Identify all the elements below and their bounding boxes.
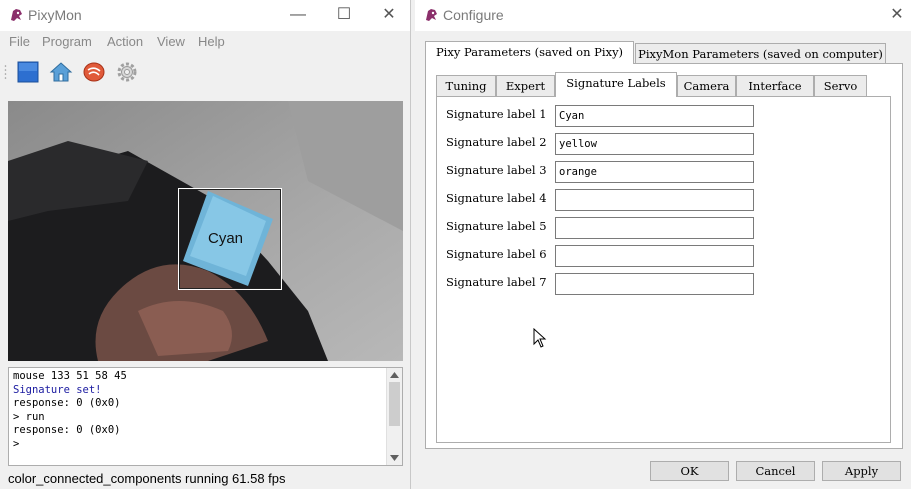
- apply-button[interactable]: Apply: [822, 461, 901, 481]
- tab-expert[interactable]: Expert: [496, 75, 555, 96]
- signature-label-7-input[interactable]: [555, 273, 754, 295]
- dialog-title: Configure: [443, 7, 504, 23]
- scroll-thumb[interactable]: [389, 382, 400, 426]
- configure-dialog: Configure ✕ Pixy Parameters (saved on Pi…: [415, 0, 911, 489]
- pixymon-window: PixyMon — ☐ ✕ File Program Action View H…: [0, 0, 411, 489]
- console-line: mouse 133 51 58 45: [13, 370, 127, 382]
- signature-label-2-input[interactable]: yellow: [555, 133, 754, 155]
- tab-camera[interactable]: Camera: [677, 75, 736, 96]
- signature-icon[interactable]: [82, 60, 106, 84]
- console-line: >: [13, 437, 20, 450]
- tab-pixymon-parameters[interactable]: PixyMon Parameters (saved on computer): [635, 43, 886, 63]
- video-feed[interactable]: Cyan: [8, 101, 403, 361]
- signature-label-5-caption: Signature label 5: [446, 219, 547, 233]
- tab-interface[interactable]: Interface: [736, 75, 814, 96]
- status-bar: color_connected_components running 61.58…: [8, 471, 286, 486]
- menu-action[interactable]: Action: [107, 34, 143, 49]
- close-icon[interactable]: ✕: [381, 6, 397, 24]
- cancel-button[interactable]: Cancel: [736, 461, 815, 481]
- stop-icon[interactable]: [16, 60, 40, 84]
- console-line: > run: [13, 410, 45, 423]
- signature-label-4-input[interactable]: [555, 189, 754, 211]
- console-output[interactable]: mouse 133 51 58 45 Signature set! respon…: [8, 367, 403, 466]
- tab-tuning[interactable]: Tuning: [436, 75, 496, 96]
- signature-label-4-caption: Signature label 4: [446, 191, 547, 205]
- configure-app-icon: [426, 9, 437, 21]
- signature-label-6-input[interactable]: [555, 245, 754, 267]
- tab-signature-labels[interactable]: Signature Labels: [555, 72, 677, 97]
- mouse-cursor-icon: [533, 328, 547, 348]
- toolbar: [0, 56, 410, 88]
- pixymon-titlebar[interactable]: PixyMon — ☐ ✕: [0, 0, 410, 31]
- console-scrollbar[interactable]: [386, 368, 402, 465]
- menu-program[interactable]: Program: [42, 34, 92, 49]
- signature-label-6-caption: Signature label 6: [446, 247, 547, 261]
- menubar: File Program Action View Help: [0, 31, 410, 53]
- ok-button[interactable]: OK: [650, 461, 729, 481]
- signature-label-3-caption: Signature label 3: [446, 163, 547, 177]
- home-icon[interactable]: [49, 60, 73, 84]
- signature-label-5-input[interactable]: [555, 217, 754, 239]
- menu-help[interactable]: Help: [198, 34, 225, 49]
- console-line: response: 0 (0x0): [13, 424, 121, 436]
- signature-label-3-input[interactable]: orange: [555, 161, 754, 183]
- configure-titlebar[interactable]: Configure ✕: [415, 0, 911, 31]
- signature-label-7-caption: Signature label 7: [446, 275, 547, 289]
- signature-label-1-caption: Signature label 1: [446, 107, 547, 121]
- pixymon-app-icon: [11, 9, 22, 21]
- maximize-icon[interactable]: ☐: [336, 6, 352, 24]
- signature-label-2-caption: Signature label 2: [446, 135, 547, 149]
- console-line: response: 0 (0x0): [13, 397, 121, 409]
- menu-file[interactable]: File: [9, 34, 30, 49]
- signature-label-1-input[interactable]: Cyan: [555, 105, 754, 127]
- minimize-icon[interactable]: —: [290, 6, 306, 24]
- console-line: Signature set!: [13, 383, 102, 396]
- console-lines: mouse 133 51 58 45 Signature set! respon…: [13, 370, 127, 451]
- tab-pixy-parameters[interactable]: Pixy Parameters (saved on Pixy): [425, 41, 634, 64]
- window-title: PixyMon: [28, 7, 82, 23]
- pixy-parameters-panel: Tuning Expert Signature Labels Camera In…: [425, 63, 903, 449]
- gear-icon[interactable]: [115, 60, 139, 84]
- scroll-down-icon[interactable]: [390, 455, 399, 461]
- close-icon[interactable]: ✕: [889, 6, 905, 24]
- toolbar-grip: [4, 65, 7, 79]
- menu-view[interactable]: View: [157, 34, 185, 49]
- blob-label: Cyan: [208, 230, 244, 247]
- scroll-up-icon[interactable]: [390, 372, 399, 378]
- signature-labels-panel: Signature label 1 Cyan Signature label 2…: [436, 96, 891, 443]
- tab-servo[interactable]: Servo: [814, 75, 867, 96]
